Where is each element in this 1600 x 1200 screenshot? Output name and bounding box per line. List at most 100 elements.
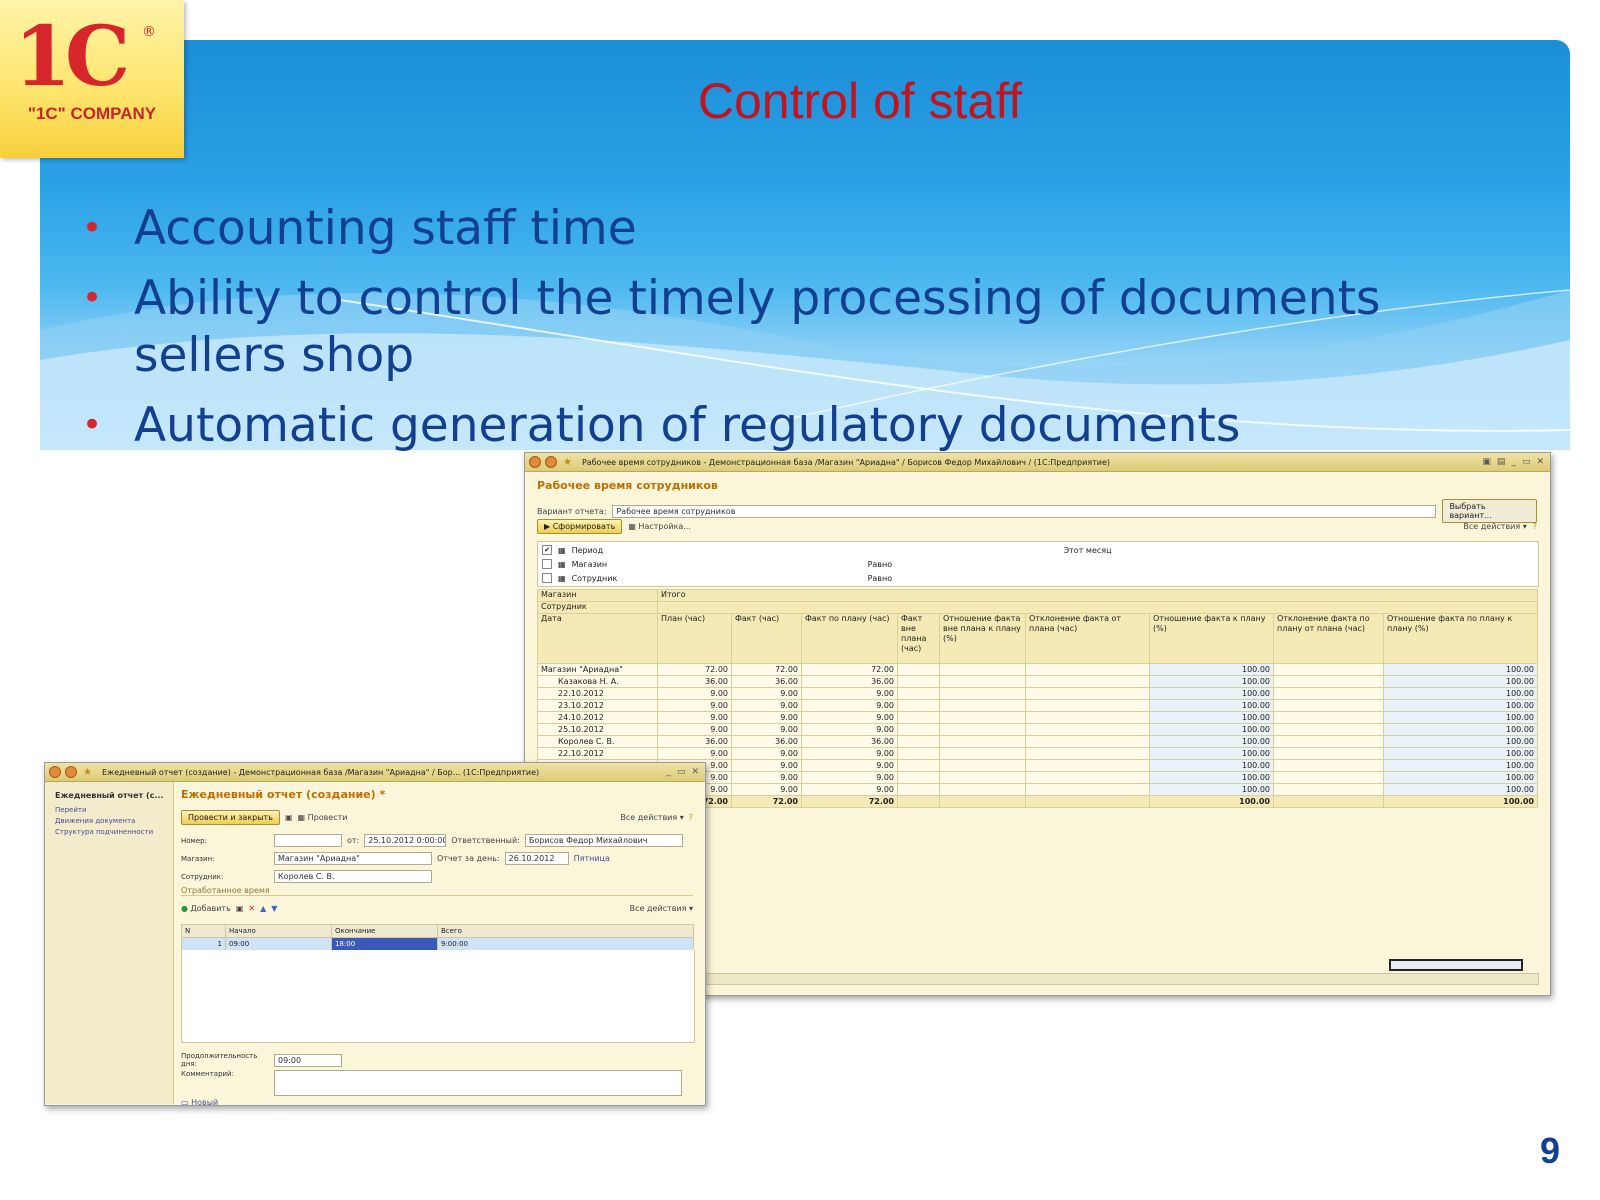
move-up-icon[interactable]: ▲ <box>260 904 266 913</box>
column-header: Дата <box>537 613 658 664</box>
save-icon[interactable]: ▣ <box>285 813 293 822</box>
help-icon[interactable]: ? <box>689 813 693 822</box>
logo-company-text: "1C" COMPANY <box>27 104 157 123</box>
generate-button[interactable]: ▶ Сформировать <box>537 519 623 534</box>
date-from-label: от: <box>347 836 360 845</box>
comment-field[interactable] <box>274 1070 682 1096</box>
daily-sidebar: Ежедневный отчет (с... Перейти Движения … <box>45 782 174 1104</box>
column-header: Всего <box>437 924 694 938</box>
report-titlebar[interactable]: ★ Рабочее время сотрудников - Демонстрац… <box>525 453 1550 472</box>
row-label: 22.10.2012 <box>537 687 658 700</box>
duration-field[interactable]: 09:00 <box>274 1053 342 1067</box>
minimize-icon[interactable]: _ <box>666 767 671 777</box>
filter-value: Этот месяц <box>1063 545 1112 555</box>
report-filters: ✔ ▦ Период Этот месяц ▦ Магазин Равно ▦ … <box>537 541 1539 587</box>
new-status: ▭ Новый <box>181 1098 219 1107</box>
table-row[interactable]: 23.10.20129.009.009.00100.00100.00 <box>537 699 1538 712</box>
close-icon[interactable]: ✕ <box>1536 457 1544 467</box>
page-number: 9 <box>1539 1130 1560 1171</box>
filter-icon: ▦ <box>558 573 566 583</box>
variant-field[interactable]: Рабочее время сотрудников <box>612 504 1437 518</box>
responsible-field[interactable]: Борисов Федор Михайлович <box>524 834 683 847</box>
column-header: Факт по плану (час) <box>801 613 898 664</box>
filter-checkbox[interactable] <box>542 559 552 569</box>
all-actions-menu[interactable]: Все действия ▾ <box>620 813 683 822</box>
post-button[interactable]: ▦ Провести <box>298 813 348 822</box>
back-icon[interactable] <box>529 456 541 468</box>
delete-icon[interactable]: ✕ <box>248 904 255 913</box>
column-header: Отношение факта вне плана к плану (%) <box>939 613 1026 664</box>
row-label: 23.10.2012 <box>537 699 658 712</box>
row-label: Казакова Н. А. <box>537 675 658 688</box>
number-field[interactable] <box>274 834 342 847</box>
variant-label: Вариант отчета: <box>537 506 607 516</box>
column-header: Факт вне плана (час) <box>897 613 940 664</box>
minimize-icon[interactable]: _ <box>1511 457 1516 467</box>
daily-report-window: ★ Ежедневный отчет (создание) - Демонстр… <box>44 762 706 1107</box>
back-icon[interactable] <box>49 766 61 778</box>
slide-title: Control of staff <box>697 73 1023 129</box>
filter-checkbox[interactable] <box>542 573 552 583</box>
sidebar-item-movements[interactable]: Движения документа <box>45 816 173 827</box>
favorite-star-icon[interactable]: ★ <box>83 767 92 778</box>
table-row[interactable]: 22.10.2012 9.00 9.00 9.00 100.00 100.00 <box>537 747 1538 760</box>
scrollbar-thumb[interactable] <box>1389 959 1523 971</box>
total-header: Итого <box>657 589 1538 602</box>
comment-label: Комментарий: <box>181 1070 234 1078</box>
table-row[interactable]: Королев С. В. 36.00 36.00 36.00 100.00 100.00 <box>537 735 1538 748</box>
favorite-star-icon[interactable]: ★ <box>563 457 572 468</box>
copy-icon[interactable]: ▣ <box>236 904 244 913</box>
daily-heading: Ежедневный отчет (создание) * <box>181 788 386 801</box>
post-and-close-button[interactable]: Провести и закрыть <box>181 810 280 825</box>
filter-checkbox[interactable]: ✔ <box>542 545 552 555</box>
forward-icon[interactable] <box>545 456 557 468</box>
add-button[interactable]: ● Добавить <box>181 904 231 913</box>
filter-row[interactable]: ✔ ▦ Период Этот месяц <box>542 545 1532 555</box>
save-icon[interactable]: ▣ <box>1482 457 1491 467</box>
table-row[interactable]: Казакова Н. А. 36.00 36.00 36.00 100.00 100.0… <box>537 675 1538 688</box>
restore-icon[interactable]: ▭ <box>1522 457 1531 467</box>
employee-field[interactable]: Королев С. В. <box>274 870 432 883</box>
group-header: Магазин <box>537 589 658 602</box>
calendar-icon: ▦ <box>558 545 566 555</box>
filter-row[interactable]: ▦ Сотрудник Равно <box>542 573 1532 583</box>
shop-field[interactable]: Магазин "Ариадна" <box>274 852 432 865</box>
table-all-actions-menu[interactable]: Все действия ▾ <box>630 904 693 913</box>
daily-titlebar[interactable]: ★ Ежедневный отчет (создание) - Демонстр… <box>45 763 705 782</box>
row-label: Магазин "Ариадна" <box>537 663 658 676</box>
weekday-link[interactable]: Пятница <box>574 854 610 863</box>
column-header: N <box>181 924 226 938</box>
new-icon: ▭ <box>181 1098 192 1107</box>
bullet-dot-icon: • <box>82 278 103 318</box>
help-icon[interactable]: ? <box>1533 522 1537 531</box>
daily-form: Ежедневный отчет (создание) * Провести и… <box>181 782 697 1107</box>
close-icon[interactable]: ✕ <box>691 767 699 777</box>
move-down-icon[interactable]: ▼ <box>271 904 277 913</box>
bullet-item: • Accounting staff time <box>82 201 637 256</box>
filter-icon: ▦ <box>558 559 566 569</box>
table-row[interactable]: 24.10.2012 9.00 9.00 9.00 100.00 100.00 <box>537 711 1538 724</box>
bullet-list: • Accounting staff time • Ability to contr… <box>82 200 1482 467</box>
date-from-field[interactable]: 25.10.2012 0:00:00 <box>364 834 447 847</box>
row-label: 25.10.2012 <box>537 723 658 736</box>
table-row[interactable]: 1 09:00 18:00 9:00:00 <box>181 937 694 951</box>
table-empty-area[interactable] <box>181 950 695 1043</box>
report-window-title: Рабочее время сотрудников - Демонстрацио… <box>581 457 1111 467</box>
all-actions-menu[interactable]: Все действия ▾ <box>1463 522 1526 531</box>
print-icon[interactable]: ▤ <box>1497 457 1506 467</box>
bullet-dot-icon: • <box>82 405 103 445</box>
settings-button[interactable]: ▦ Настройка... <box>628 522 691 531</box>
filter-row[interactable]: ▦ Магазин Равно <box>542 559 1532 569</box>
row-label: 22.10.2012 <box>537 747 658 760</box>
column-header: Отношение факта по плану к плану (%) <box>1383 613 1538 664</box>
restore-icon[interactable]: ▭ <box>677 767 686 777</box>
sidebar-item-structure[interactable]: Структура подчиненности <box>45 827 173 838</box>
forward-icon[interactable] <box>65 766 77 778</box>
report-day-field[interactable]: 26.10.2012 <box>504 852 569 865</box>
sidebar-item-go[interactable]: Перейти <box>45 805 173 816</box>
table-row[interactable]: 25.10.2012 9.00 9.00 9.00 100.00 100.00 <box>537 723 1538 736</box>
row-label: 24.10.2012 <box>537 711 658 724</box>
table-row[interactable]: 22.10.2012 9.00 9.00 9.00 100.00 100.00 <box>537 687 1538 700</box>
table-row[interactable]: Магазин "Ариадна" 72.00 72.00 72.00 100.00 10… <box>537 663 1538 676</box>
bullet-item: • Ability to control the timely processin… <box>82 271 1381 383</box>
